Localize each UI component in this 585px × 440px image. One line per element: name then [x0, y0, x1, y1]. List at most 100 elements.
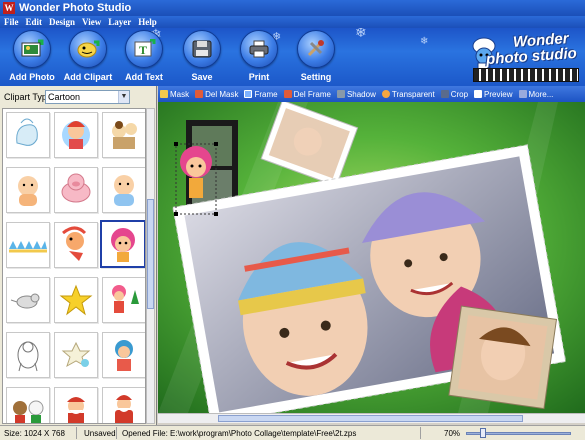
clipart-panel: Clipart Type Cartoon ▼ — [0, 86, 157, 426]
design-canvas[interactable] — [158, 102, 585, 413]
clipart-tile[interactable] — [6, 277, 50, 323]
film-strip-icon — [473, 68, 579, 82]
edit-toolbar: Mask Del Mask Frame Del Frame Shadow Tra… — [158, 86, 585, 102]
setting-button[interactable]: Setting — [284, 30, 348, 86]
wonder-photo-studio-logo: Wonder photo studio — [469, 30, 581, 84]
add-text-icon: T — [125, 30, 163, 68]
delete-frame-button[interactable]: Del Frame — [283, 89, 331, 99]
scrollbar-thumb[interactable] — [218, 415, 523, 422]
transparent-button[interactable]: Transparent — [381, 89, 435, 99]
clipart-tile-selected[interactable] — [100, 220, 145, 268]
crop-button[interactable]: Crop — [440, 89, 469, 99]
setting-label: Setting — [300, 72, 332, 82]
frame-label: Frame — [254, 89, 278, 99]
clipart-tile[interactable] — [6, 222, 50, 268]
logo-text-photo-studio: photo studio — [485, 44, 578, 69]
clipart-tile[interactable] — [6, 387, 50, 423]
setting-icon — [297, 30, 335, 68]
clipart-tile[interactable] — [102, 332, 145, 378]
add-photo-label: Add Photo — [9, 72, 55, 82]
menu-edit[interactable]: Edit — [26, 17, 43, 27]
clipart-vertical-scrollbar[interactable] — [146, 108, 155, 424]
add-text-button[interactable]: T Add Text — [112, 30, 176, 86]
main-toolbar: ❄ ❄ ❄ ❄ Add Photo Add Clipart T Add Text — [0, 28, 585, 86]
save-button[interactable]: Save — [170, 30, 234, 86]
add-photo-icon — [13, 30, 51, 68]
delete-frame-icon — [283, 90, 292, 98]
clipart-tile[interactable] — [6, 167, 50, 213]
preview-icon — [474, 90, 483, 98]
collage-artwork[interactable] — [158, 102, 585, 413]
transparent-icon — [381, 90, 390, 98]
title-bar[interactable]: W Wonder Photo Studio — [0, 0, 585, 16]
clipart-tile[interactable] — [102, 112, 145, 158]
print-label: Print — [248, 72, 270, 82]
zoom-slider-handle[interactable] — [480, 428, 486, 438]
preview-label: Preview — [484, 89, 513, 99]
svg-text:T: T — [139, 43, 147, 57]
clipart-type-value: Cartoon — [48, 92, 81, 102]
clipart-type-select[interactable]: Cartoon ▼ — [45, 90, 130, 104]
mask-button[interactable]: Mask — [160, 90, 189, 99]
mask-icon — [160, 90, 168, 98]
shadow-icon — [336, 90, 345, 98]
app-logo-icon: W — [3, 2, 15, 14]
add-clipart-label: Add Clipart — [63, 72, 113, 82]
more-button[interactable]: More... — [518, 89, 554, 99]
status-canvas-size: Size: 1024 X 768 — [4, 429, 65, 438]
menu-design[interactable]: Design — [49, 17, 75, 27]
clipart-tile[interactable] — [54, 387, 98, 423]
clipart-tile[interactable] — [102, 277, 145, 323]
more-icon — [518, 90, 527, 98]
frame-button[interactable]: Frame — [244, 89, 278, 99]
chevron-down-icon[interactable]: ▼ — [118, 91, 129, 103]
mask-label: Mask — [170, 89, 190, 99]
status-bar: Size: 1024 X 768 Unsaved Opened File: E:… — [0, 425, 585, 440]
status-zoom-level: 70% — [444, 429, 461, 438]
delete-mask-icon — [195, 90, 204, 98]
clipart-tile[interactable] — [54, 332, 98, 378]
scrollbar-thumb[interactable] — [147, 199, 154, 309]
clipart-tile[interactable] — [102, 387, 145, 423]
save-icon — [183, 30, 221, 68]
small-photo-bottom[interactable] — [448, 305, 558, 410]
more-label: More... — [528, 89, 554, 99]
delete-mask-label: Del Mask — [205, 89, 239, 99]
menu-file[interactable]: File — [4, 17, 19, 27]
delete-mask-button[interactable]: Del Mask — [195, 90, 238, 99]
menu-help[interactable]: Help — [138, 17, 157, 27]
add-text-label: Add Text — [125, 72, 163, 82]
print-button[interactable]: Print — [227, 30, 291, 86]
window-title: Wonder Photo Studio — [19, 2, 132, 14]
menu-view[interactable]: View — [82, 17, 101, 27]
print-icon — [240, 30, 278, 68]
shadow-label: Shadow — [346, 89, 376, 99]
menu-bar: File Edit Design View Layer Help — [0, 16, 585, 28]
add-clipart-icon — [69, 30, 107, 68]
save-label: Save — [191, 72, 213, 82]
menu-layer[interactable]: Layer — [108, 17, 131, 27]
delete-frame-label: Del Frame — [293, 89, 331, 99]
clipart-tile[interactable] — [102, 167, 145, 213]
clipart-tile[interactable] — [54, 167, 98, 213]
crop-label: Crop — [450, 89, 469, 99]
canvas-horizontal-scrollbar[interactable] — [158, 413, 585, 423]
app-window: W Wonder Photo Studio File Edit Design V… — [0, 0, 585, 440]
transparent-label: Transparent — [391, 89, 435, 99]
clipart-tile[interactable] — [54, 222, 98, 268]
status-saved-state: Unsaved — [84, 429, 116, 438]
clipart-tile[interactable] — [6, 332, 50, 378]
shadow-button[interactable]: Shadow — [336, 89, 376, 99]
add-clipart-button[interactable]: Add Clipart — [56, 30, 120, 86]
snowflake-icon: ❄ — [420, 36, 429, 47]
clipart-grid — [2, 108, 146, 424]
frame-icon — [244, 90, 253, 98]
status-opened-file: Opened File: E:\work\program\Photo Colla… — [122, 429, 357, 438]
add-photo-button[interactable]: Add Photo — [0, 30, 64, 86]
crop-icon — [440, 90, 449, 98]
clipart-tile[interactable] — [54, 277, 98, 323]
preview-button[interactable]: Preview — [474, 89, 513, 99]
clipart-tile[interactable] — [54, 112, 98, 158]
clipart-tile[interactable] — [6, 112, 50, 158]
snowflake-icon: ❄ — [355, 28, 367, 40]
